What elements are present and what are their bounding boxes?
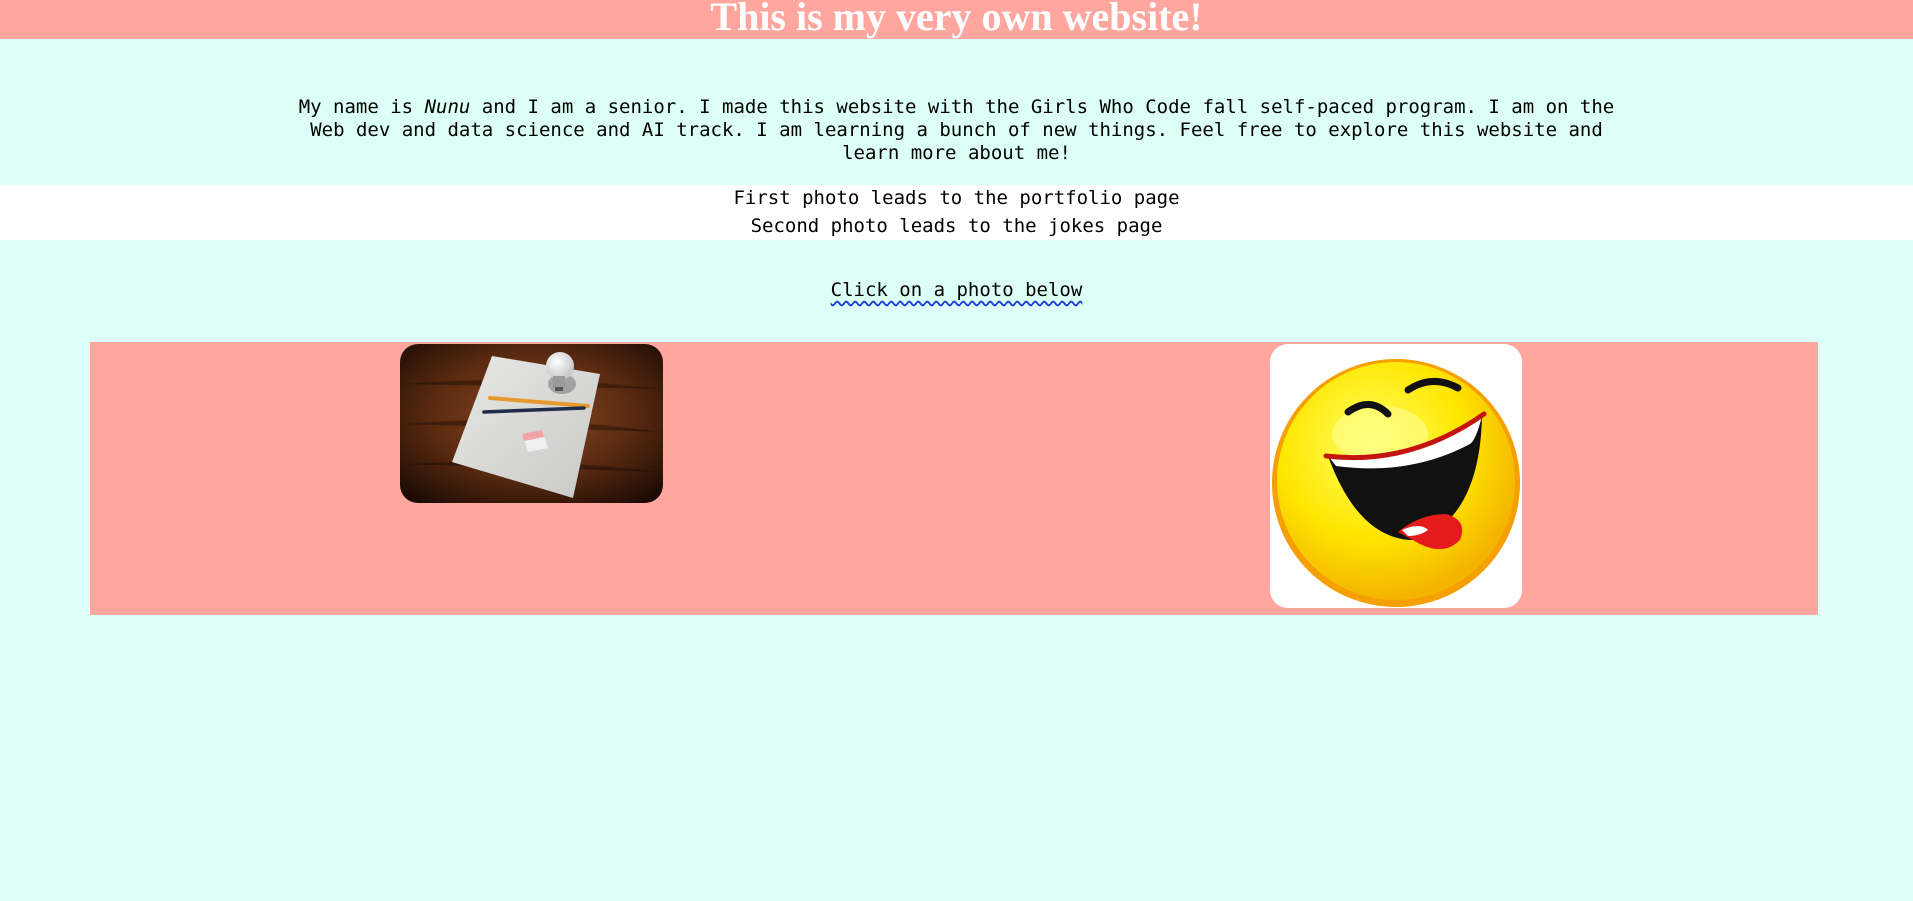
laughing-smiley-image [1272, 359, 1520, 607]
intro-paragraph: My name is Nunu and I am a senior. I mad… [290, 96, 1623, 165]
second-photo-info: Second photo leads to the jokes page [750, 215, 1163, 237]
lightbulb-paper-pencils-image [400, 344, 663, 503]
page-title: This is my very own website! [710, 0, 1203, 39]
intro-name: Nunu [424, 96, 471, 118]
photo-row [90, 342, 1818, 615]
intro-before-name: My name is [298, 96, 425, 118]
click-instruction: Click on a photo below [0, 279, 1913, 302]
intro-after-name: and I am a senior. I made this website w… [310, 96, 1615, 164]
click-instruction-text: Click on a photo below [830, 279, 1083, 301]
jokes-photo-link[interactable] [1270, 344, 1522, 608]
header-banner: This is my very own website! [0, 0, 1913, 39]
first-photo-info: First photo leads to the portfolio page [733, 187, 1180, 209]
portfolio-photo-link[interactable] [400, 344, 663, 503]
